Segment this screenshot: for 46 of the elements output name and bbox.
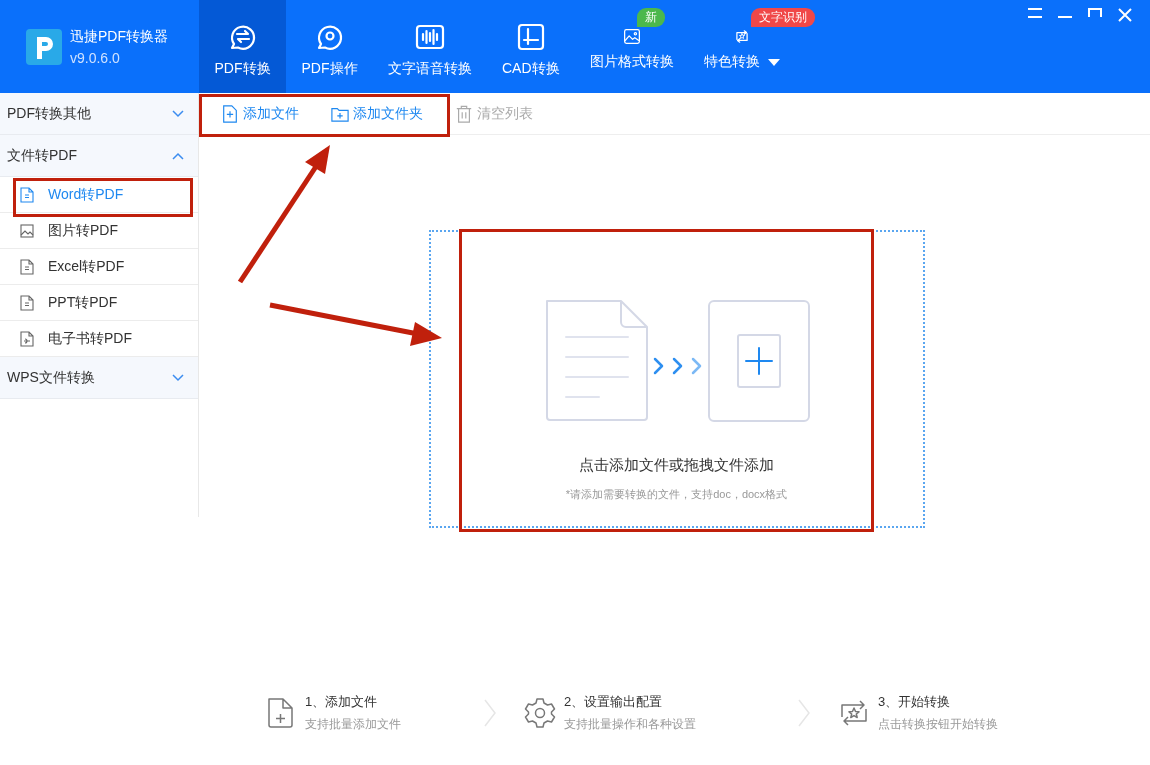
chevron-down-icon: [172, 373, 184, 382]
document-icon: [20, 186, 34, 203]
nav-tab[interactable]: 特色转换: [688, 28, 795, 93]
nav-tab[interactable]: 图片格式转换: [574, 28, 689, 93]
image-icon: [20, 222, 34, 239]
sidebar-item[interactable]: Excel转PDF: [0, 249, 198, 285]
nav-tab[interactable]: PDF转换: [199, 0, 286, 93]
sidebar-item[interactable]: 图片转PDF: [0, 213, 198, 249]
sidebar-item[interactable]: Word转PDF: [0, 177, 198, 213]
step-title: 3、开始转换: [878, 693, 952, 711]
close-icon[interactable]: [1118, 8, 1132, 22]
trash-icon: [455, 104, 473, 123]
sidebar-group-header[interactable]: WPS文件转换: [0, 357, 198, 399]
toolbar-button[interactable]: 添加文件夹: [331, 104, 423, 123]
document-icon: [20, 258, 34, 275]
app-logo-icon: [26, 28, 62, 65]
drop-zone[interactable]: 点击添加文件或拖拽文件添加 *请添加需要转换的文件，支持doc，docx格式: [428, 230, 925, 528]
step-title: 1、添加文件: [305, 693, 379, 711]
document-icon: [20, 294, 34, 311]
step-title: 2、设置输出配置: [564, 693, 664, 711]
app-name: 迅捷PDF转换器: [70, 27, 168, 46]
nav-tab[interactable]: CAD转换: [487, 0, 575, 93]
nav-tab[interactable]: PDF操作: [286, 0, 373, 93]
drop-zone-title: 点击添加文件或拖拽文件添加: [579, 456, 774, 475]
maximize-icon[interactable]: [1088, 8, 1102, 18]
sidebar-group-header[interactable]: 文件转PDF: [0, 135, 198, 177]
chevron-right-icon: [798, 699, 810, 727]
toolbar-button[interactable]: 添加文件: [221, 104, 299, 123]
drafting-icon: [515, 21, 546, 52]
menu-icon[interactable]: [1028, 8, 1042, 18]
chevron-right-icon: [484, 699, 496, 727]
document-icon: [20, 330, 34, 347]
step-description: 支持批量操作和各种设置: [564, 716, 696, 733]
file-plus-icon: [221, 104, 239, 123]
tab-badge: 文字识别: [750, 8, 815, 27]
app-version: v9.0.6.0: [70, 49, 121, 66]
sidebar-group-header[interactable]: PDF转换其他: [0, 93, 198, 135]
tab-badge: 新: [636, 8, 665, 27]
gear-icon: [524, 697, 556, 729]
drop-zone-hint: *请添加需要转换的文件，支持doc，docx格式: [565, 487, 788, 502]
step-description: 点击转换按钮开始转换: [878, 716, 998, 733]
nav-tab[interactable]: 文字语音转换: [373, 0, 487, 93]
chevron-up-icon: [172, 151, 184, 160]
sidebar-item[interactable]: PPT转PDF: [0, 285, 198, 321]
chevron-down-icon: [172, 109, 184, 118]
step-description: 支持批量添加文件: [305, 716, 401, 733]
